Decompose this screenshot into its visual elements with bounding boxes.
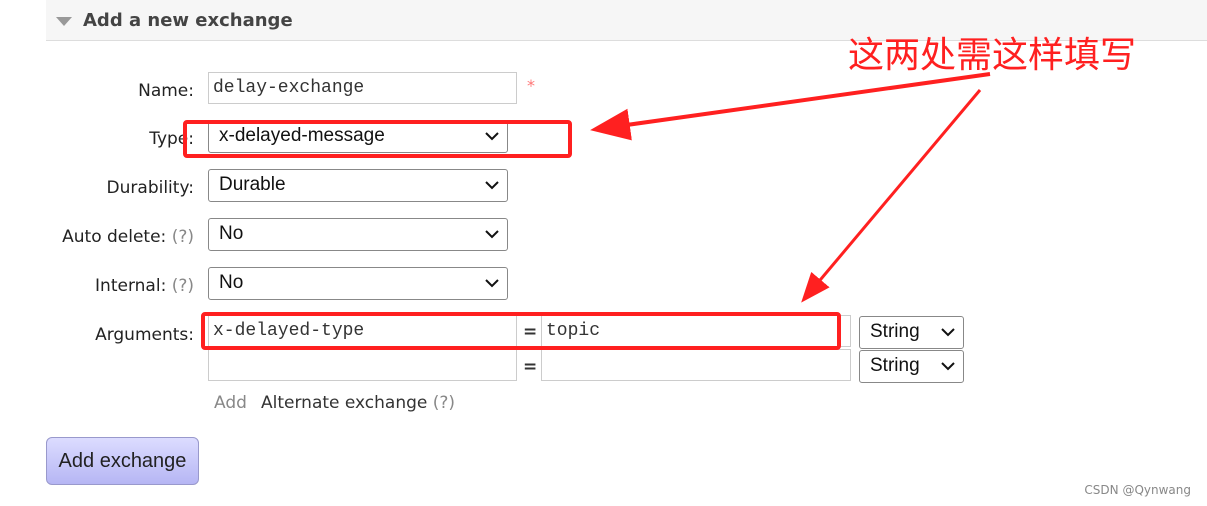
- watermark: CSDN @Qynwang: [1084, 483, 1191, 497]
- annotation-arrows: [590, 72, 991, 303]
- annotation-arrow-arguments: [801, 89, 982, 303]
- annotation-arrow-type: [590, 72, 991, 141]
